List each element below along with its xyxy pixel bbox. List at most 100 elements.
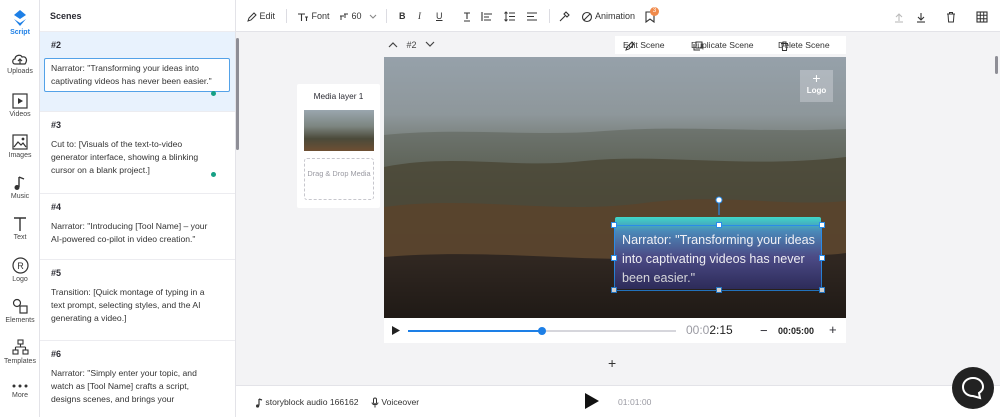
rail-label-images: Images [8,152,32,159]
delete-scene-button[interactable]: Delete Scene [778,36,830,54]
chevron-up-icon[interactable] [388,41,398,48]
resize-handle[interactable] [819,222,825,228]
rail-label-uploads: Uploads [7,68,33,75]
rail-item-more[interactable]: More [0,382,40,399]
font-button[interactable]: Font [297,0,330,32]
scene-card[interactable]: #6 Narrator: "Simply enter your topic, a… [40,341,235,417]
rail-label-more: More [12,392,28,399]
resize-handle[interactable] [716,287,722,293]
line-height-button[interactable] [504,0,516,32]
resize-handle[interactable] [819,255,825,261]
rail-item-uploads[interactable]: Uploads [0,52,40,75]
resize-handle[interactable] [611,255,617,261]
rail-label-music: Music [10,193,30,200]
image-icon [12,134,28,150]
duration-value: 00:05:00 [778,326,815,336]
chat-support-button[interactable] [952,367,994,409]
delete-element-button[interactable] [946,0,956,32]
scenes-title: Scenes [40,0,235,32]
progress-fill [408,330,542,332]
edit-scene-button[interactable]: Edit Scene [623,36,665,54]
logo-placeholder-label: Logo [806,86,827,95]
align-button[interactable] [481,0,493,32]
rail-item-music[interactable]: Music [0,175,40,200]
rotate-handle[interactable] [709,195,729,215]
scene-card[interactable]: #2 Narrator: "Transforming your ideas in… [40,32,235,112]
color-picker-button[interactable] [558,0,570,32]
play-icon[interactable] [391,325,401,336]
scene-card[interactable]: #4 Narrator: "Introducing [Tool Name] – … [40,194,235,260]
video-preview[interactable]: + Logo Narrator: "Transforming your idea… [384,57,846,318]
media-dropzone[interactable]: Drag & Drop Media [304,158,374,200]
underline-button[interactable]: U [436,0,443,32]
scene-card[interactable]: #5 Transition: [Quick montage of typing … [40,260,235,341]
voiceover-label: Voiceover [381,397,420,407]
font-size-select[interactable]: 60 [339,0,377,32]
music-note-icon [256,398,263,408]
rail-label-text: Text [13,234,27,241]
current-time-value: 2:15 [709,323,733,337]
rail-item-images[interactable]: Images [0,134,40,159]
scene-number: #5 [51,268,62,278]
landscape-image [384,128,846,318]
toolbar-divider [549,9,550,23]
media-layer-title: Media layer 1 [313,91,364,101]
paragraph-align-icon [527,12,537,21]
duration-increase-button[interactable]: + [829,323,837,336]
current-time: 00:02:15 [686,323,733,337]
progress-knob[interactable] [538,327,546,335]
music-icon [14,176,25,190]
resize-handle[interactable] [819,287,825,293]
toolbar: Edit Font 60 B I U Animation 3 [236,0,1000,32]
duration-decrease-button[interactable]: − [760,324,768,337]
bold-button[interactable]: B [399,0,406,32]
elements-icon [12,298,28,314]
resize-handle[interactable] [611,287,617,293]
rail-label-templates: Templates [4,358,36,365]
text-case-button[interactable] [462,0,472,32]
timeline-play-icon[interactable] [584,392,600,410]
status-dot [211,91,216,96]
layer-down-icon [917,12,925,23]
paragraph-button[interactable] [526,0,538,32]
progress-track[interactable] [408,327,676,335]
delete-scene-label: Delete Scene [778,40,830,50]
grid-button[interactable] [976,0,988,32]
chevron-down-icon[interactable] [425,41,435,48]
animation-button[interactable]: Animation [581,0,635,32]
animation-label: Animation [595,11,636,21]
toolbar-divider [386,9,387,23]
edit-button[interactable]: Edit [247,0,275,32]
logo-placeholder[interactable]: + Logo [800,70,833,102]
edit-scene-label: Edit Scene [623,40,665,50]
font-size-value: 60 [351,11,362,21]
audio-track-button[interactable]: storyblock audio 166162 [255,386,359,417]
duplicate-scene-button[interactable]: Duplicate Scene [691,36,754,54]
notification-badge: 3 [650,7,659,16]
toolbar-divider [286,9,287,23]
rail-item-script[interactable]: Script [0,9,40,36]
add-scene-button[interactable]: + [608,355,616,371]
rail-item-elements[interactable]: Elements [0,298,40,324]
comments-button[interactable] [645,0,655,32]
status-dot [211,172,216,177]
scene-card[interactable]: #3 Cut to: [Visuals of the text-to-video… [40,112,235,194]
move-down-button[interactable] [915,0,927,32]
scene-nav: #2 [388,36,435,54]
scenes-scrollbar[interactable] [236,38,239,150]
rail-item-text[interactable]: Text [0,216,40,241]
voiceover-button[interactable]: Voiceover [371,386,419,417]
rail-item-logo[interactable]: R Logo [0,257,40,283]
selection-frame [614,225,822,291]
resize-handle[interactable] [611,222,617,228]
resize-handle[interactable] [716,222,722,228]
move-up-button[interactable] [893,0,905,32]
scene-text-editor[interactable]: Narrator: "Transforming your ideas into … [44,58,230,92]
canvas-scrollbar[interactable] [995,56,998,74]
left-rail: Script Uploads Videos Images Music Text … [0,0,40,417]
media-thumbnail[interactable] [304,110,374,151]
rail-item-templates[interactable]: Templates [0,339,40,365]
microphone-icon [371,397,379,408]
italic-button[interactable]: I [418,0,421,32]
rail-item-videos[interactable]: Videos [0,93,40,118]
